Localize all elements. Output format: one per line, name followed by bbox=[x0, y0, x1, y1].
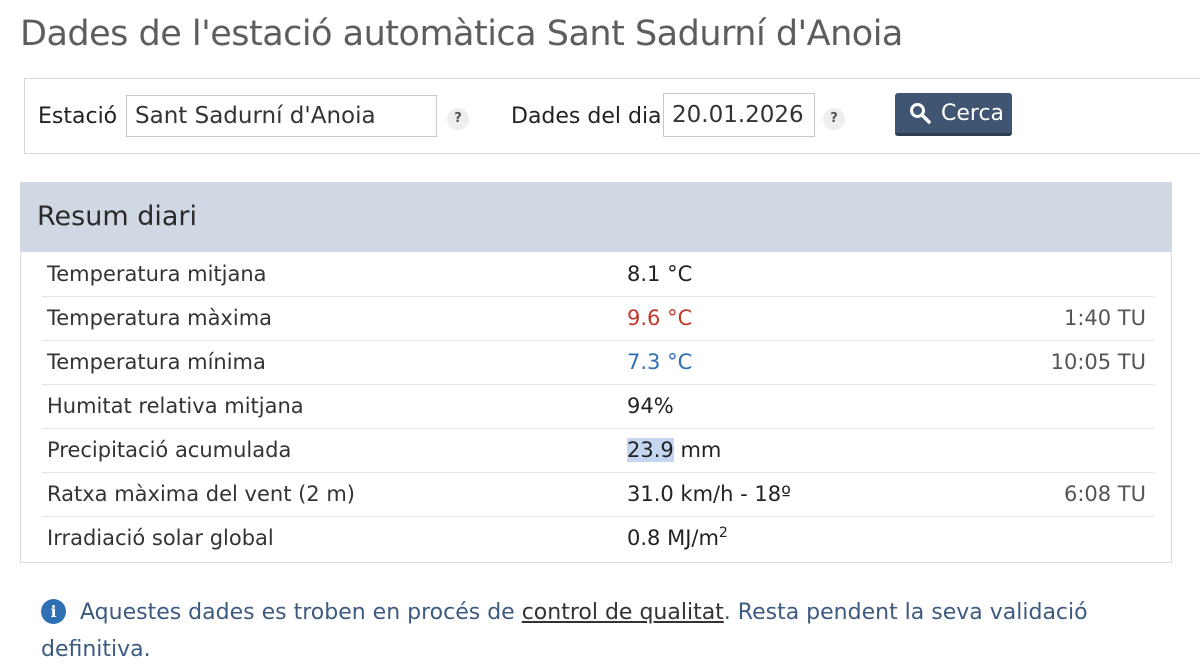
page-title: Dades de l'estació automàtica Sant Sadur… bbox=[20, 14, 903, 54]
daily-summary-title: Resum diari bbox=[37, 201, 198, 232]
date-help-icon[interactable]: ? bbox=[823, 108, 845, 130]
notice-text-before: Aquestes dades es troben en procés de bbox=[80, 600, 522, 625]
row-value: 23.9 mm bbox=[627, 438, 721, 462]
summary-row-mean-temp: Temperatura mitjana 8.1 °C bbox=[42, 253, 1154, 297]
row-value: 9.6 °C bbox=[627, 306, 693, 330]
row-time: 6:08 TU bbox=[1063, 482, 1146, 506]
row-value: 94% bbox=[627, 394, 674, 418]
date-input[interactable]: 20.01.2026 bbox=[663, 93, 815, 137]
quality-control-link[interactable]: control de qualitat bbox=[522, 600, 724, 625]
row-value-unit: mm bbox=[673, 438, 722, 462]
row-value-number: 0.8 MJ/m bbox=[627, 526, 719, 550]
summary-row-min-temp: Temperatura mínima 7.3 °C 10:05 TU bbox=[42, 341, 1154, 385]
row-value: 0.8 MJ/m2 bbox=[627, 526, 728, 550]
station-help-icon[interactable]: ? bbox=[447, 108, 469, 130]
row-value-superscript: 2 bbox=[718, 525, 728, 541]
row-time: 10:05 TU bbox=[1050, 350, 1146, 374]
row-value: 8.1 °C bbox=[627, 262, 693, 286]
row-name: Ratxa màxima del vent (2 m) bbox=[47, 482, 355, 506]
summary-row-max-temp: Temperatura màxima 9.6 °C 1:40 TU bbox=[42, 297, 1154, 341]
row-name: Humitat relativa mitjana bbox=[47, 394, 304, 418]
info-icon: i bbox=[41, 599, 66, 624]
row-value: 7.3 °C bbox=[627, 350, 693, 374]
summary-row-solar-irradiation: Irradiació solar global 0.8 MJ/m2 bbox=[42, 517, 1154, 561]
summary-row-wind-gust: Ratxa màxima del vent (2 m) 31.0 km/h - … bbox=[42, 473, 1154, 517]
row-name: Temperatura mitjana bbox=[47, 262, 267, 286]
station-label: Estació bbox=[38, 104, 118, 129]
row-name: Temperatura màxima bbox=[47, 306, 273, 330]
quality-notice: i Aquestes dades es troben en procés de c… bbox=[41, 594, 1141, 668]
summary-row-precipitation: Precipitació acumulada 23.9 mm bbox=[42, 429, 1154, 473]
station-input[interactable]: Sant Sadurní d'Anoia bbox=[126, 95, 437, 137]
selected-text: 23.9 bbox=[627, 438, 674, 462]
search-icon bbox=[910, 103, 931, 124]
summary-row-humidity: Humitat relativa mitjana 94% bbox=[42, 385, 1154, 429]
row-value: 31.0 km/h - 18º bbox=[627, 482, 791, 506]
search-button-label: Cerca bbox=[941, 101, 1005, 126]
date-label: Dades del dia bbox=[511, 104, 662, 129]
row-name: Temperatura mínima bbox=[47, 350, 266, 374]
daily-summary-header: Resum diari bbox=[20, 182, 1172, 252]
row-name: Irradiació solar global bbox=[47, 526, 274, 550]
row-name: Precipitació acumulada bbox=[47, 438, 292, 462]
search-button[interactable]: Cerca bbox=[895, 93, 1012, 136]
row-time: 1:40 TU bbox=[1063, 306, 1146, 330]
